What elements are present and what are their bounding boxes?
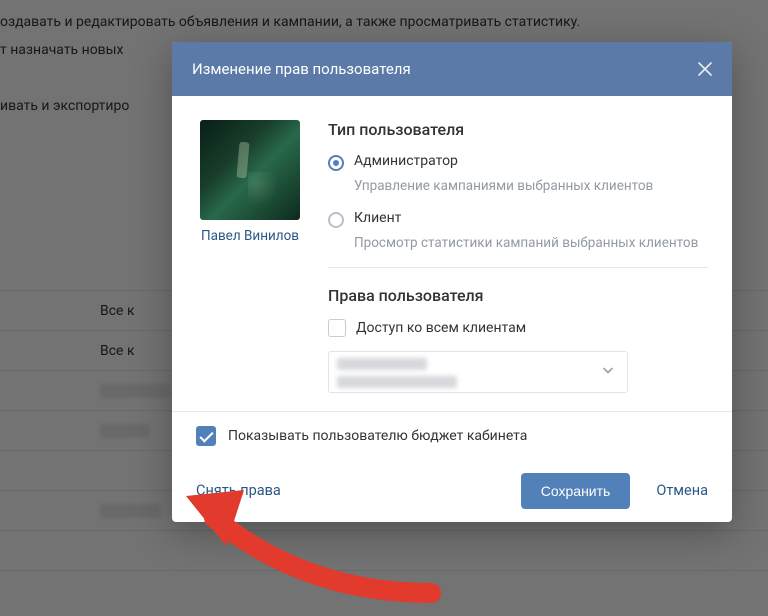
checkbox-show-budget-label[interactable]: Показывать пользователю бюджет кабинета [228, 428, 527, 444]
modal-header: Изменение прав пользователя [172, 42, 732, 96]
edit-user-rights-modal: Изменение прав пользователя Павел Винило… [172, 42, 732, 522]
user-type-title: Тип пользователя [328, 120, 708, 139]
chevron-down-icon [601, 362, 615, 381]
radio-client-label[interactable]: Клиент [354, 210, 401, 226]
radio-admin[interactable] [328, 155, 344, 171]
revoke-rights-link[interactable]: Снять права [196, 482, 281, 499]
user-name-link[interactable]: Павел Винилов [196, 228, 304, 244]
cancel-button[interactable]: Отмена [656, 482, 708, 499]
divider [328, 267, 708, 268]
modal-footer: Снять права Сохранить Отмена [172, 460, 732, 522]
checkbox-all-clients[interactable] [328, 319, 346, 337]
save-button[interactable]: Сохранить [521, 473, 631, 509]
radio-client[interactable] [328, 212, 344, 228]
radio-client-desc: Просмотр статистики кампаний выбранных к… [354, 234, 708, 253]
checkbox-all-clients-label[interactable]: Доступ ко всем клиентам [356, 320, 526, 336]
close-icon[interactable] [698, 62, 712, 76]
user-rights-title: Права пользователя [328, 286, 708, 305]
clients-select[interactable] [328, 351, 628, 393]
user-avatar[interactable] [200, 120, 300, 220]
radio-admin-label[interactable]: Администратор [354, 153, 458, 169]
radio-admin-desc: Управление кампаниями выбранных клиентов [354, 177, 708, 196]
checkbox-show-budget[interactable] [196, 426, 216, 446]
modal-title: Изменение прав пользователя [192, 60, 411, 78]
